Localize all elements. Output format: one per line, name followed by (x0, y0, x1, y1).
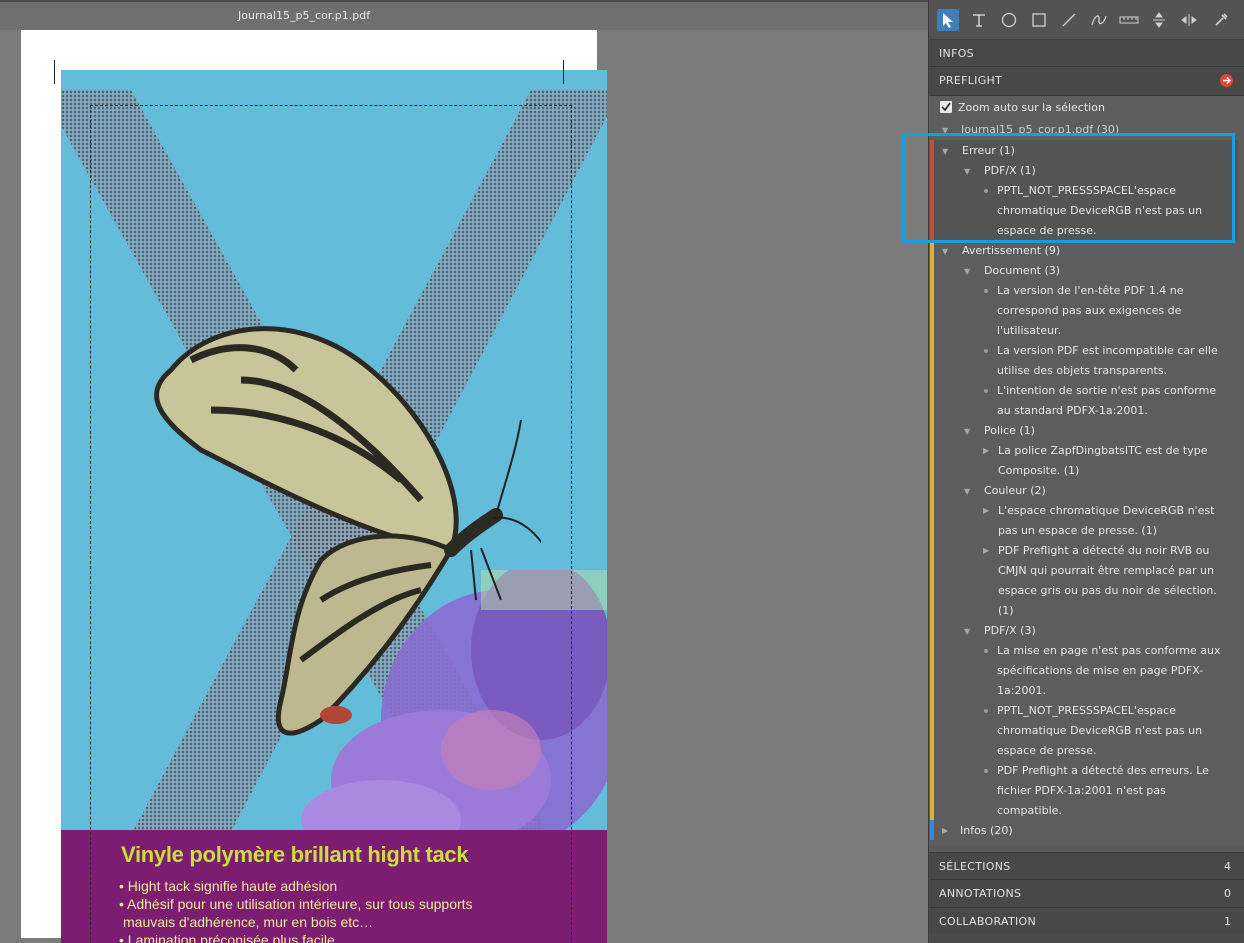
expand-triangle-icon[interactable]: ▼ (964, 487, 970, 496)
error-highlight-box (902, 133, 1235, 243)
bullet-icon (984, 389, 988, 393)
warning-item-line[interactable]: utilise des objets transparents. (997, 364, 1167, 377)
eyedropper-icon[interactable] (1210, 9, 1232, 31)
preflight-run-icon[interactable] (1220, 74, 1233, 87)
expand-triangle-icon[interactable]: ▼ (964, 267, 970, 276)
text-tool-icon[interactable] (968, 9, 990, 31)
infos-section-label: INFOS (939, 47, 974, 60)
warning-item-line[interactable]: PDF Preflight a détecté des erreurs. Le (997, 764, 1209, 777)
tool-bar (929, 0, 1244, 40)
bullet-icon (984, 769, 988, 773)
warning-severity-bar (930, 240, 934, 820)
rectangle-tool-icon[interactable] (1028, 9, 1050, 31)
infos-group-label[interactable]: Infos (20) (960, 824, 1013, 837)
warning-item-line[interactable]: fichier PDFX-1a:2001 n'est pas (997, 784, 1166, 797)
warning-item-line[interactable]: La mise en page n'est pas conforme aux (997, 644, 1220, 657)
vertical-measure-icon[interactable] (1148, 9, 1170, 31)
warning-item-line[interactable]: au standard PDFX-1a:2001. (997, 404, 1148, 417)
document-viewer[interactable]: Journal15_p5_cor.p1.pdf Vinyle polymère … (0, 0, 928, 943)
bullet-icon (984, 649, 988, 653)
warning-couleur-label[interactable]: Couleur (2) (984, 484, 1046, 497)
warning-item-line[interactable]: pas un espace de presse. (1) (998, 524, 1157, 537)
warning-item-line[interactable]: correspond pas aux exigences de (997, 304, 1181, 317)
warning-item-line[interactable]: (1) (998, 604, 1014, 617)
pdf-page[interactable]: Vinyle polymère brillant hight tack • Hi… (21, 30, 607, 943)
warning-item-line[interactable]: PPTL_NOT_PRESSSPACEL'espace (997, 704, 1176, 717)
annotations-section-header[interactable]: ANNOTATIONS 0 (929, 880, 1244, 908)
horizontal-measure-icon[interactable] (1178, 9, 1200, 31)
warning-item-line[interactable]: espace gris ou pas du noir de sélection. (998, 584, 1217, 597)
expand-triangle-icon[interactable]: ▼ (964, 427, 970, 436)
expand-triangle-icon[interactable]: ▼ (964, 627, 970, 636)
preflight-section-header[interactable]: PREFLIGHT (929, 67, 1244, 96)
warning-item-line[interactable]: 1a:2001. (997, 684, 1046, 697)
warning-document-label[interactable]: Document (3) (984, 264, 1060, 277)
warning-item-line[interactable]: La version de l'en-tête PDF 1.4 ne (997, 284, 1184, 297)
collaboration-count: 1 (1224, 915, 1231, 928)
zoom-auto-checkbox[interactable] (940, 101, 952, 113)
annotations-label: ANNOTATIONS (939, 887, 1022, 900)
warning-item-line[interactable]: Composite. (1) (998, 464, 1079, 477)
warning-item-line[interactable]: spécifications de mise en page PDFX- (997, 664, 1203, 677)
warning-item-line[interactable]: CMJN qui pourrait être remplacé par un (998, 564, 1214, 577)
freehand-tool-icon[interactable] (1088, 9, 1110, 31)
crop-mark (54, 60, 55, 84)
warning-pdfx-label[interactable]: PDF/X (3) (984, 624, 1036, 637)
collapsed-triangle-icon[interactable]: ▶ (983, 506, 989, 515)
warning-group-label[interactable]: Avertissement (9) (962, 244, 1060, 257)
select-arrow-icon[interactable] (937, 9, 959, 31)
collapsed-triangle-icon[interactable]: ▶ (942, 826, 948, 835)
panel-bottom-edge (929, 934, 1244, 943)
ruler-tool-icon[interactable] (1118, 9, 1140, 31)
document-tab-bar: Journal15_p5_cor.p1.pdf (0, 0, 928, 30)
ellipse-tool-icon[interactable] (998, 9, 1020, 31)
selections-count: 4 (1224, 860, 1231, 873)
trim-box-outline (90, 105, 572, 943)
warning-police-label[interactable]: Police (1) (984, 424, 1035, 437)
crop-mark (563, 60, 564, 84)
annotations-count: 0 (1224, 887, 1231, 900)
bullet-icon (984, 709, 988, 713)
selections-label: SÉLECTIONS (939, 860, 1011, 873)
collaboration-label: COLLABORATION (939, 915, 1037, 928)
warning-item-line[interactable]: L'espace chromatique DeviceRGB n'est (998, 504, 1214, 517)
zoom-auto-label: Zoom auto sur la sélection (958, 101, 1105, 114)
collapsed-triangle-icon[interactable]: ▶ (983, 546, 989, 555)
selections-section-header[interactable]: SÉLECTIONS 4 (929, 852, 1244, 880)
warning-item-line[interactable]: compatible. (997, 804, 1062, 817)
warning-item-line[interactable]: La police ZapfDingbatsITC est de type (998, 444, 1208, 457)
collaboration-section-header[interactable]: COLLABORATION 1 (929, 908, 1244, 936)
bullet-icon (984, 289, 988, 293)
info-severity-bar (930, 820, 934, 840)
bullet-icon (984, 349, 988, 353)
warning-item-line[interactable]: espace de presse. (997, 744, 1097, 757)
warning-item-line[interactable]: La version PDF est incompatible car elle (997, 344, 1218, 357)
line-tool-icon[interactable] (1058, 9, 1080, 31)
document-title: Journal15_p5_cor.p1.pdf (238, 9, 371, 22)
infos-section-header[interactable]: INFOS (929, 40, 1244, 67)
preflight-section-label: PREFLIGHT (939, 74, 1003, 87)
expand-triangle-icon[interactable]: ▼ (942, 247, 948, 256)
warning-item-line[interactable]: L'intention de sortie n'est pas conforme (997, 384, 1216, 397)
warning-item-line[interactable]: chromatique DeviceRGB n'est pas un (997, 724, 1202, 737)
warning-item-line[interactable]: PDF Preflight a détecté du noir RVB ou (998, 544, 1209, 557)
collapsed-triangle-icon[interactable]: ▶ (983, 446, 989, 455)
warning-item-line[interactable]: l'utilisateur. (997, 324, 1061, 337)
